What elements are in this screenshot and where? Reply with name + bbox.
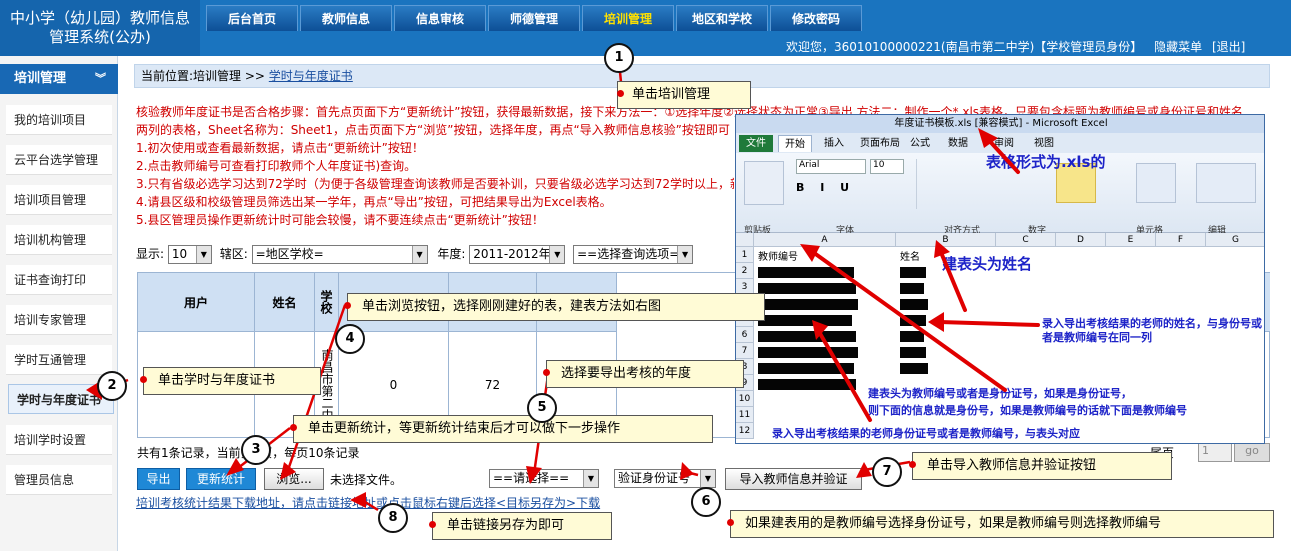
callout-1: 单击培训管理 — [617, 81, 751, 109]
step-6-marker: 6 — [691, 487, 721, 517]
step-8-marker: 8 — [378, 503, 408, 533]
arrowhead — [280, 462, 296, 480]
step-5-marker: 5 — [527, 393, 557, 423]
step-4-marker: 4 — [335, 324, 365, 354]
arrow-line — [938, 320, 1040, 327]
callout-dot — [727, 519, 734, 526]
step-2-marker: 2 — [97, 371, 127, 401]
callout-dot — [290, 424, 297, 431]
callout-dot — [429, 521, 436, 528]
callout-dot — [617, 90, 624, 97]
arrow-line — [938, 248, 967, 312]
callout-2: 单击学时与年度证书 — [143, 367, 321, 395]
callout-8: 单击链接另存为即可 — [432, 512, 612, 540]
callout-6: 如果建表用的是教师编号选择身份证号，如果是教师编号则选择教师编号 — [730, 510, 1274, 538]
callout-dot — [344, 302, 351, 309]
step-7-marker: 7 — [872, 457, 902, 487]
callout-dot — [543, 369, 550, 376]
arrow-line — [816, 328, 872, 422]
callout-7: 单击导入教师信息并验证按钮 — [912, 452, 1172, 480]
callout-dot — [140, 376, 147, 383]
arrowhead — [928, 312, 944, 332]
callout-5: 选择要导出考核的年度 — [546, 360, 744, 388]
step-3-marker: 3 — [241, 435, 271, 465]
callout-4: 单击浏览按钮，选择刚刚建好的表，建表方法如右图 — [347, 293, 765, 321]
callout-dot — [909, 461, 916, 468]
callout-3: 单击更新统计，等更新统计结束后才可以做下一步操作 — [293, 415, 713, 443]
step-1-marker: 1 — [604, 43, 634, 73]
